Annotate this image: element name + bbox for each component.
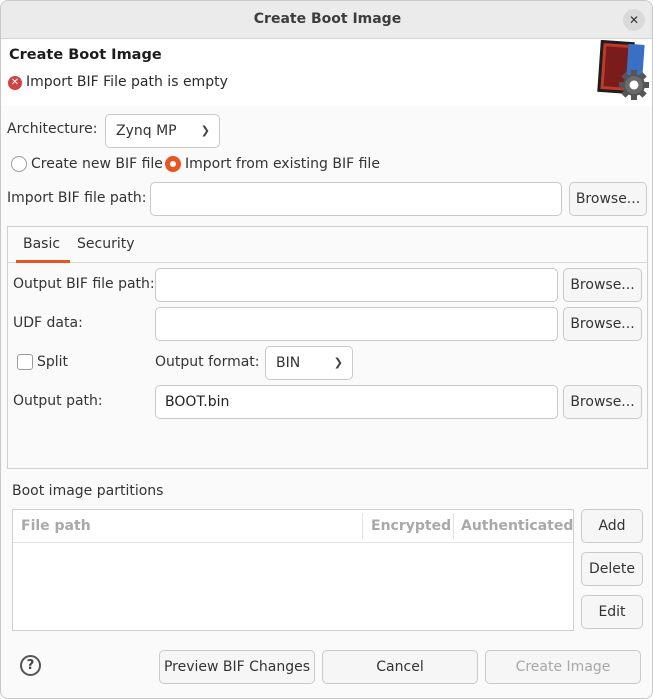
edit-partition-button[interactable]: Edit: [581, 595, 643, 629]
output-bif-path-input[interactable]: [155, 268, 558, 302]
dialog-header: Create Boot Image ✕ Import BIF File path…: [1, 40, 652, 106]
create-new-bif-label: Create new BIF file: [31, 156, 163, 172]
tab-security[interactable]: Security: [77, 236, 135, 252]
title-bar: Create Boot Image ✕: [1, 1, 652, 39]
boot-image-partitions-label: Boot image partitions: [12, 483, 164, 499]
split-checkbox[interactable]: [17, 354, 33, 370]
output-format-value: BIN: [276, 355, 301, 371]
preview-bif-changes-button[interactable]: Preview BIF Changes: [159, 650, 315, 684]
table-header: File path Encrypted Authenticated: [13, 510, 573, 543]
create-new-bif-radio[interactable]: [11, 156, 27, 172]
import-existing-bif-label: Import from existing BIF file: [185, 156, 380, 172]
output-bif-browse-button[interactable]: Browse...: [563, 268, 642, 302]
error-icon: ✕: [8, 76, 22, 90]
window-title: Create Boot Image: [253, 11, 402, 27]
output-bif-path-label: Output BIF file path:: [13, 276, 155, 292]
column-file-path[interactable]: File path: [21, 518, 91, 534]
column-encrypted[interactable]: Encrypted: [371, 518, 451, 534]
cancel-button[interactable]: Cancel: [322, 650, 478, 684]
active-tab-indicator: [16, 260, 70, 263]
dialog-title: Create Boot Image: [9, 47, 162, 63]
add-partition-button[interactable]: Add: [581, 509, 643, 543]
architecture-select[interactable]: Zynq MP ❯: [105, 114, 220, 148]
close-icon: ✕: [628, 13, 640, 27]
chevron-down-icon: ❯: [333, 356, 343, 369]
help-icon[interactable]: ?: [20, 655, 41, 676]
delete-partition-button[interactable]: Delete: [581, 552, 643, 586]
architecture-value: Zynq MP: [116, 123, 177, 139]
import-bif-path-input[interactable]: [150, 182, 562, 216]
udf-data-input[interactable]: [155, 307, 558, 341]
create-image-button[interactable]: Create Image: [485, 650, 641, 684]
output-format-select[interactable]: BIN ❯: [265, 346, 353, 380]
create-boot-image-dialog: Create Boot Image ✕ Create Boot Image ✕ …: [0, 0, 653, 699]
output-path-label: Output path:: [13, 393, 103, 409]
output-format-label: Output format:: [155, 354, 260, 370]
output-path-input[interactable]: BOOT.bin: [155, 385, 558, 419]
chevron-down-icon: ❯: [200, 124, 210, 137]
import-bif-path-label: Import BIF file path:: [7, 190, 147, 206]
error-message: Import BIF File path is empty: [26, 74, 228, 90]
column-authenticated[interactable]: Authenticated: [461, 518, 573, 534]
udf-data-label: UDF data:: [13, 315, 83, 331]
architecture-label: Architecture:: [7, 121, 98, 137]
import-existing-bif-radio[interactable]: [165, 156, 181, 172]
import-bif-browse-button[interactable]: Browse...: [569, 182, 647, 216]
boot-image-gear-icon: [597, 40, 649, 100]
close-button[interactable]: ✕: [623, 9, 645, 31]
column-separator: [362, 513, 363, 539]
udf-data-browse-button[interactable]: Browse...: [563, 307, 642, 341]
column-separator: [453, 513, 454, 539]
split-label: Split: [37, 354, 69, 370]
output-path-browse-button[interactable]: Browse...: [563, 385, 642, 419]
partitions-table[interactable]: File path Encrypted Authenticated: [12, 509, 574, 631]
tab-strip: Basic Security: [8, 227, 647, 263]
tab-basic[interactable]: Basic: [23, 236, 60, 252]
